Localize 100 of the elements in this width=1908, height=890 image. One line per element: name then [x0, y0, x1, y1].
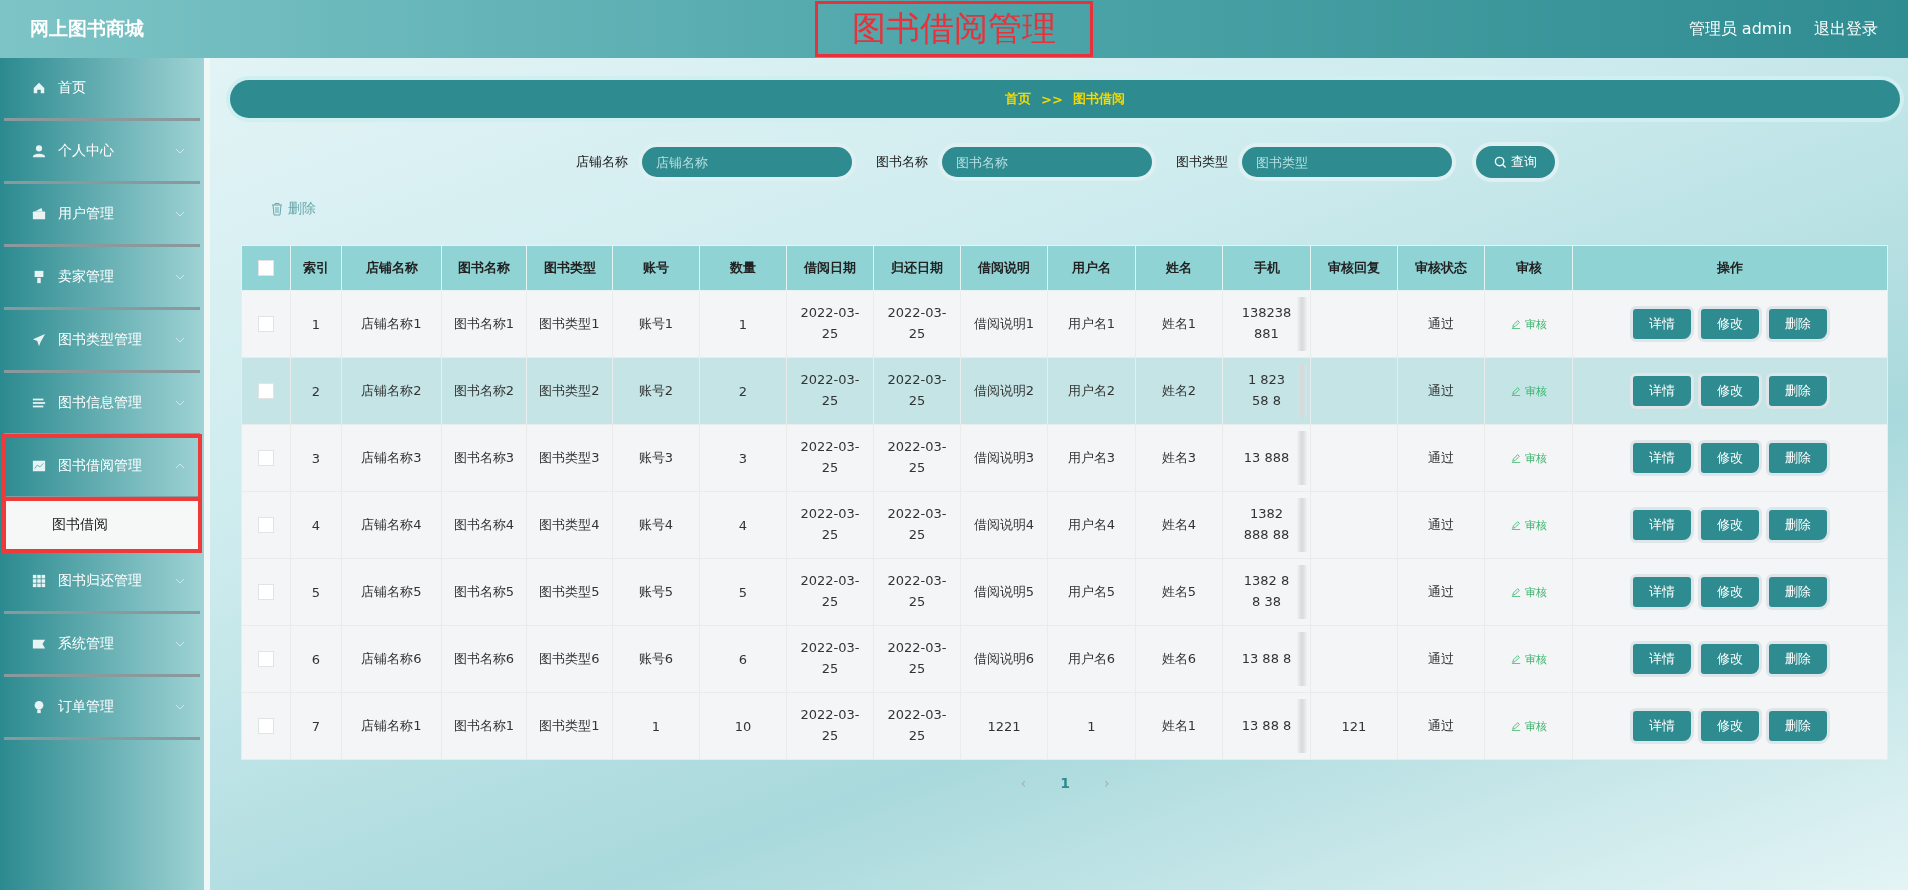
table-cell: 通过 [1428, 383, 1454, 398]
action-button[interactable]: 删除 [1769, 711, 1827, 741]
table-cell: 姓名3 [1161, 450, 1197, 465]
table-cell-text: 1382 888 88 [1242, 505, 1291, 544]
table-cell-text: 2022-03-25 [886, 639, 948, 678]
home-icon [32, 81, 46, 95]
table-cell: 账号4 [638, 517, 674, 532]
action-button[interactable]: 修改 [1701, 711, 1759, 741]
sidebar-item[interactable]: 图书信息管理 [4, 373, 200, 436]
review-link[interactable]: 审核 [1504, 583, 1553, 601]
table-cell: 店铺名称6 [361, 651, 422, 666]
row-checkbox[interactable] [258, 651, 274, 668]
delete-link[interactable]: 删除 [270, 200, 316, 218]
review-link[interactable]: 审核 [1504, 650, 1553, 668]
list-icon [32, 396, 46, 410]
select-all-checkbox[interactable] [258, 260, 274, 277]
breadcrumb-link[interactable]: 首页 [1005, 90, 1032, 108]
action-button[interactable]: 详情 [1633, 376, 1691, 406]
chart-icon [32, 459, 46, 473]
sidebar-item[interactable]: 图书归还管理 [4, 551, 200, 614]
row-checkbox[interactable] [258, 316, 274, 333]
table-cell-text: 2022-03-25 [886, 371, 948, 410]
search-field[interactable]: 图书名称 [941, 147, 1152, 177]
table-cell: 图书名称6 [453, 651, 515, 666]
review-link[interactable]: 审核 [1504, 717, 1553, 735]
review-link[interactable]: 审核 [1504, 315, 1553, 333]
search-field[interactable]: 店铺名称 [641, 147, 852, 177]
column-header: 审核状态 [1397, 245, 1485, 291]
action-button[interactable]: 详情 [1633, 577, 1691, 607]
table-cell: 用户名5 [1067, 584, 1116, 599]
table-cell: 图书名称3 [453, 450, 515, 465]
action-button[interactable]: 修改 [1701, 510, 1759, 540]
table-cell-text: 2022-03-25 [886, 572, 948, 611]
table-cell: 1 [311, 316, 321, 332]
action-button[interactable]: 修改 [1701, 309, 1759, 339]
row-checkbox[interactable] [258, 718, 274, 735]
redaction-smear [1297, 565, 1307, 619]
table-cell: 用户名4 [1067, 517, 1116, 532]
sidebar-item[interactable]: 个人中心 [4, 121, 200, 184]
page-number[interactable]: 1 [1054, 774, 1076, 792]
table-cell: 2 [738, 383, 748, 399]
action-button[interactable]: 删除 [1769, 577, 1827, 607]
action-button[interactable]: 删除 [1769, 309, 1827, 339]
table-cell: 图书类型2 [539, 383, 600, 398]
table-cell: 2 [311, 383, 321, 399]
action-button[interactable]: 修改 [1701, 577, 1759, 607]
table-cell: 4 [311, 517, 321, 533]
sidebar-item[interactable]: 用户管理 [4, 184, 200, 247]
search-icon [1493, 155, 1507, 169]
column-header: 审核 [1484, 245, 1573, 291]
redaction-smear [1297, 431, 1307, 485]
action-button[interactable]: 删除 [1769, 443, 1827, 473]
action-button[interactable]: 详情 [1633, 309, 1691, 339]
table-cell: 通过 [1428, 517, 1454, 532]
row-checkbox[interactable] [258, 517, 274, 534]
action-button[interactable]: 详情 [1633, 644, 1691, 674]
table-cell-text: 2022-03-25 [799, 639, 861, 678]
table-cell-text: 2022-03-25 [886, 505, 948, 544]
sidebar-item[interactable]: 图书类型管理 [4, 310, 200, 373]
row-checkbox[interactable] [258, 383, 274, 400]
table-cell: 图书名称2 [453, 383, 515, 398]
sidebar-item[interactable]: 首页 [4, 58, 200, 121]
table-cell: 图书名称5 [453, 584, 515, 599]
action-button[interactable]: 修改 [1701, 644, 1759, 674]
review-link[interactable]: 审核 [1504, 449, 1553, 467]
field-label: 图书类型 [1175, 153, 1228, 171]
action-button[interactable]: 详情 [1633, 711, 1691, 741]
submenu-item[interactable]: 图书借阅 [4, 499, 200, 551]
search-field[interactable]: 图书类型 [1241, 147, 1452, 177]
logout-link[interactable]: 退出登录 [1814, 18, 1878, 40]
table-cell: 账号5 [638, 584, 674, 599]
action-button[interactable]: 修改 [1701, 443, 1759, 473]
menu-label: 系统管理 [58, 635, 114, 653]
row-checkbox[interactable] [258, 584, 274, 601]
column-header: 归还日期 [873, 245, 961, 291]
table-cell: 店铺名称2 [361, 383, 422, 398]
table-cell-text: 13 88 8 [1240, 649, 1293, 668]
action-button[interactable]: 详情 [1633, 443, 1691, 473]
menu-label: 图书类型管理 [58, 331, 142, 349]
row-checkbox[interactable] [258, 450, 274, 467]
sidebar-item[interactable]: 系统管理 [4, 614, 200, 677]
table-cell: 3 [311, 450, 321, 466]
table-cell: 账号3 [638, 450, 674, 465]
table-cell: 1 [738, 316, 748, 332]
sidebar-item[interactable]: 卖家管理 [4, 247, 200, 310]
action-button[interactable]: 删除 [1769, 376, 1827, 406]
table-cell: 姓名1 [1161, 718, 1197, 733]
action-button[interactable]: 修改 [1701, 376, 1759, 406]
action-button[interactable]: 删除 [1769, 644, 1827, 674]
review-link[interactable]: 审核 [1504, 382, 1553, 400]
action-button[interactable]: 删除 [1769, 510, 1827, 540]
sidebar-item[interactable]: 订单管理 [4, 677, 200, 740]
column-header: 借阅日期 [786, 245, 874, 291]
action-button[interactable]: 详情 [1633, 510, 1691, 540]
breadcrumb-link[interactable]: 图书借阅 [1072, 90, 1125, 108]
trash-icon [270, 202, 284, 216]
column-header: 审核回复 [1310, 245, 1398, 291]
review-link[interactable]: 审核 [1504, 516, 1553, 534]
sidebar-item[interactable]: 图书借阅管理 [4, 436, 200, 499]
table-cell-text: 1 823 58 8 [1246, 371, 1287, 410]
